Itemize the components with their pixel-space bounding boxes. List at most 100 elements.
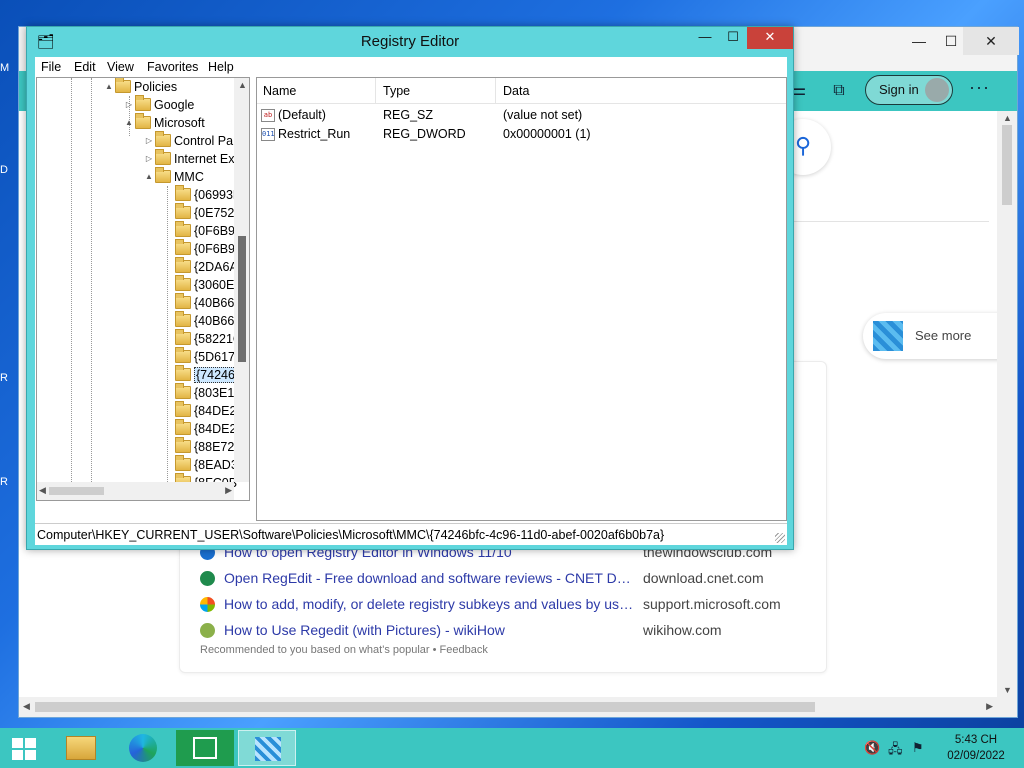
scrollbar-thumb[interactable]: [49, 487, 104, 495]
tree-node[interactable]: {5D6179: [163, 347, 242, 366]
tree-node[interactable]: ▲ Microsoft: [123, 113, 205, 132]
taskbar-edge[interactable]: [114, 730, 172, 766]
menu-bar: File Edit View Favorites Help: [35, 57, 787, 77]
tree-node-label: Microsoft: [154, 116, 205, 130]
folder-icon: [175, 185, 191, 201]
expand-toggle-icon[interactable]: ▷: [143, 150, 155, 168]
see-more-label: See more: [915, 328, 972, 343]
expand-toggle-icon[interactable]: ▷: [123, 96, 135, 114]
volume-muted-icon[interactable]: 🔇: [864, 740, 882, 756]
browser-vertical-scrollbar[interactable]: ▲ ▼: [997, 111, 1017, 697]
scrollbar-thumb[interactable]: [35, 702, 815, 712]
taskbar-file-explorer[interactable]: [52, 730, 110, 766]
taskbar-registry-editor[interactable]: [238, 730, 296, 766]
expand-toggle-icon[interactable]: ▷: [143, 132, 155, 150]
network-icon[interactable]: 🖧: [888, 740, 906, 756]
clock-time: 5:43 CH: [954, 734, 998, 746]
tree-node[interactable]: {40B666: [163, 293, 241, 312]
feedback-link[interactable]: Feedback: [440, 644, 488, 656]
tree-node[interactable]: {0F6B95: [163, 239, 242, 258]
scrollbar-thumb[interactable]: [238, 236, 246, 362]
value-row[interactable]: ab (Default) REG_SZ (value not set): [257, 106, 786, 124]
browser-close-button[interactable]: ✕: [963, 27, 1019, 55]
scrollbar-thumb[interactable]: [1002, 125, 1012, 205]
tree-horizontal-scrollbar[interactable]: ◀ ▶: [37, 482, 234, 500]
menu-favorites[interactable]: Favorites: [147, 60, 198, 74]
tree-node[interactable]: {803E14: [163, 383, 241, 402]
result-row[interactable]: How to add, modify, or delete registry s…: [200, 594, 820, 616]
desktop-edge-label: R: [0, 476, 8, 488]
system-clock[interactable]: 5:43 CH 02/09/2022: [942, 732, 1010, 764]
tree-node[interactable]: ▲ MMC: [143, 167, 204, 186]
column-header-name[interactable]: Name: [263, 84, 296, 98]
tree-node[interactable]: {84DE20: [163, 401, 243, 420]
tree-node[interactable]: {0E7524: [163, 203, 241, 222]
collections-icon[interactable]: ⧉: [827, 79, 851, 103]
see-more-button[interactable]: See more: [863, 313, 1013, 359]
site-favicon-icon: [200, 571, 215, 586]
folder-icon: [135, 95, 151, 111]
maximize-button[interactable]: ☐: [719, 27, 747, 49]
values-list[interactable]: Name Type Data ab (Default) REG_SZ (value…: [256, 77, 787, 521]
column-header-type[interactable]: Type: [383, 84, 410, 98]
value-name-cell: ab (Default): [261, 106, 326, 124]
folder-icon: [175, 365, 191, 381]
result-row[interactable]: Open RegEdit - Free download and softwar…: [200, 568, 820, 590]
tree-node[interactable]: ▲ Policies: [103, 78, 177, 96]
more-options-icon[interactable]: ···: [969, 77, 993, 98]
binary-value-icon: 011: [261, 128, 275, 142]
result-row[interactable]: How to Use Regedit (with Pictures) - wik…: [200, 620, 820, 642]
folder-icon: [175, 239, 191, 255]
taskbar: 🔇 🖧 ⚑ 5:43 CH 02/09/2022: [0, 728, 1024, 768]
status-bar: Computer\HKEY_CURRENT_USER\Software\Poli…: [35, 523, 787, 545]
tree-node[interactable]: {84DE20: [163, 419, 243, 438]
expand-toggle-icon[interactable]: ▲: [123, 114, 135, 132]
tree-node[interactable]: {74246b: [163, 365, 244, 384]
folder-icon: [175, 329, 191, 345]
tree-node[interactable]: {06993E: [163, 185, 241, 204]
menu-help[interactable]: Help: [208, 60, 234, 74]
tree-node[interactable]: {0F6B95: [163, 221, 242, 240]
tree-node[interactable]: ▷ Control Pa: [143, 131, 233, 150]
folder-icon: [175, 221, 191, 237]
result-domain: support.microsoft.com: [643, 596, 781, 612]
folder-icon: [175, 275, 191, 291]
close-button[interactable]: ✕: [747, 27, 793, 49]
tree-node[interactable]: {58221C: [163, 329, 242, 348]
menu-view[interactable]: View: [107, 60, 134, 74]
tree-node[interactable]: {88E729: [163, 437, 241, 456]
browser-horizontal-scrollbar[interactable]: ◀ ▶: [19, 697, 1017, 717]
column-header-data[interactable]: Data: [503, 84, 529, 98]
tree-node-label: {8EAD3: [194, 458, 238, 472]
result-title[interactable]: Open RegEdit - Free download and softwar…: [224, 568, 634, 588]
tree-vertical-scrollbar[interactable]: ▲: [234, 78, 249, 482]
expand-toggle-icon[interactable]: ▲: [103, 78, 115, 96]
tree-node[interactable]: {8EAD3: [163, 455, 238, 474]
tree-node[interactable]: ▷ Internet Ex: [143, 149, 235, 168]
menu-file[interactable]: File: [41, 60, 61, 74]
folder-icon: [155, 149, 171, 165]
clock-date: 02/09/2022: [947, 750, 1005, 762]
tree-node[interactable]: {2DA6A: [163, 257, 238, 276]
key-tree[interactable]: ▲ Policies ▷ Google ▲ Microsoft ▷ Control Pa ▷ In…: [36, 77, 250, 501]
tree-node[interactable]: ▷ Google: [123, 95, 194, 114]
value-row[interactable]: 011 Restrict_Run REG_DWORD 0x00000001 (1): [257, 125, 786, 143]
tree-node-label: Internet Ex: [174, 152, 235, 166]
taskbar-store[interactable]: [176, 730, 234, 766]
result-title[interactable]: How to add, modify, or delete registry s…: [224, 594, 634, 614]
folder-icon: [175, 383, 191, 399]
registry-editor-window[interactable]: 🗂 Registry Editor — ☐ ✕ File Edit View F…: [26, 26, 794, 550]
tree-node[interactable]: {40B666: [163, 311, 241, 330]
tree-node[interactable]: {3060E8: [163, 275, 241, 294]
folder-icon: [175, 347, 191, 363]
folder-icon: [66, 736, 96, 760]
value-type: REG_DWORD: [383, 127, 466, 141]
result-title[interactable]: How to Use Regedit (with Pictures) - wik…: [224, 620, 634, 640]
minimize-button[interactable]: —: [691, 27, 719, 49]
folder-icon: [135, 113, 151, 129]
resize-grip-icon[interactable]: [775, 533, 785, 543]
sign-in-button[interactable]: Sign in: [865, 75, 953, 105]
expand-toggle-icon[interactable]: ▲: [143, 168, 155, 186]
menu-edit[interactable]: Edit: [74, 60, 96, 74]
action-center-icon[interactable]: ⚑: [912, 740, 930, 756]
